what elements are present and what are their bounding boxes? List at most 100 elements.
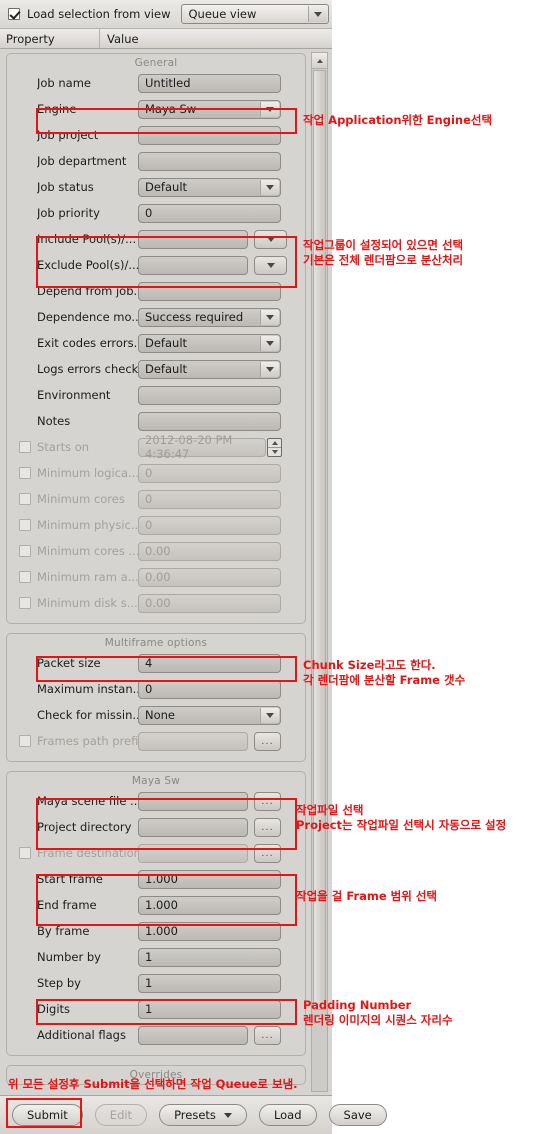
view-select-dropdown[interactable]: Queue view [180, 4, 329, 24]
property-label: Step by [37, 976, 81, 990]
column-header-value[interactable]: Value [100, 29, 139, 48]
property-value-text: 0 [145, 466, 153, 480]
edit-button: Edit [94, 1104, 148, 1126]
property-row: Dependence mo... Success required [7, 304, 305, 330]
row-enable-checkbox[interactable] [19, 467, 31, 479]
annotation-pools: 작업그룹이 설정되어 있으면 선택 기본은 전체 렌더팜으로 분산처리 [303, 238, 463, 268]
property-value-text: Untitled [145, 76, 191, 90]
save-button[interactable]: Save [328, 1104, 387, 1126]
browse-button[interactable]: ... [254, 791, 281, 811]
property-value-field: 0 [138, 489, 281, 509]
load-button[interactable]: Load [258, 1104, 317, 1126]
property-value-text: 0.00 [145, 544, 171, 558]
row-enable-checkbox[interactable] [19, 493, 31, 505]
property-table-header: Property Value [0, 29, 332, 49]
property-value-field[interactable]: 1.000 [138, 921, 281, 941]
column-header-property[interactable]: Property [0, 29, 100, 48]
property-value-field[interactable] [138, 281, 281, 301]
vertical-scrollbar[interactable] [311, 52, 328, 1092]
property-value-field[interactable] [138, 385, 281, 405]
property-row: Exit codes errors... Default [7, 330, 305, 356]
browse-button[interactable]: ... [254, 817, 281, 837]
chevron-down-icon[interactable] [307, 6, 327, 22]
property-value-field[interactable]: Default [138, 333, 281, 353]
property-row: Minimum cores ... 0.00 [7, 538, 305, 564]
property-value-field[interactable]: Default [138, 177, 281, 197]
property-value-field[interactable]: 4 [138, 653, 281, 673]
annotation-submit: 위 모든 설정후 Submit을 선택하면 작업 Queue로 보냄. [8, 1077, 298, 1092]
property-value-field: 0 [138, 463, 281, 483]
property-value-field[interactable] [138, 411, 281, 431]
property-value-text: 1 [145, 976, 153, 990]
property-value-text: 1.000 [145, 898, 178, 912]
row-enable-checkbox[interactable] [19, 735, 31, 747]
row-enable-checkbox[interactable] [19, 441, 31, 453]
property-label: Minimum disk s... [37, 596, 138, 610]
load-selection-checkbox[interactable] [8, 8, 20, 20]
panel-toolbar: Load selection from view Queue view [0, 0, 332, 29]
annotation-line: 각 렌더팜에 분산할 Frame 갯수 [303, 673, 466, 687]
chevron-down-icon[interactable] [260, 707, 279, 723]
property-label: Exit codes errors... [37, 336, 138, 350]
scrollbar-thumb[interactable] [313, 70, 326, 1010]
property-row: Engine Maya Sw [7, 96, 305, 122]
date-stepper[interactable] [267, 437, 282, 457]
property-value-field[interactable]: 1 [138, 999, 281, 1019]
property-value-field[interactable]: 1.000 [138, 895, 281, 915]
presets-button[interactable]: Presets [159, 1104, 247, 1126]
chevron-down-icon[interactable] [260, 179, 279, 195]
row-enable-checkbox[interactable] [19, 571, 31, 583]
chevron-down-icon[interactable] [223, 1112, 232, 1118]
stepper-down-icon[interactable] [268, 448, 281, 456]
property-row: Minimum logica... 0 [7, 460, 305, 486]
pool-dropdown-button[interactable] [254, 255, 287, 275]
button-label: Edit [109, 1108, 133, 1122]
property-value-field[interactable]: None [138, 705, 281, 725]
property-value-text: 0.00 [145, 596, 171, 610]
stepper-up-icon[interactable] [268, 439, 281, 448]
property-row: Maya scene file ...... [7, 788, 305, 814]
button-label: Load [273, 1108, 302, 1122]
property-label: Include Pool(s)/... [37, 232, 137, 246]
property-value-text: Success required [145, 310, 244, 324]
row-enable-checkbox[interactable] [19, 545, 31, 557]
pool-dropdown-button[interactable] [254, 229, 287, 249]
row-enable-checkbox[interactable] [19, 847, 31, 859]
row-enable-checkbox[interactable] [19, 597, 31, 609]
chevron-down-icon[interactable] [260, 101, 279, 117]
property-value-text: 0 [145, 492, 153, 506]
property-value-field[interactable] [138, 791, 248, 811]
property-label: Job project [37, 128, 99, 142]
property-value-field[interactable]: Maya Sw [138, 99, 281, 119]
property-value-field[interactable] [138, 1025, 248, 1045]
property-value-field[interactable]: Success required [138, 307, 281, 327]
property-label: Number by [37, 950, 101, 964]
property-value-text: 0 [145, 682, 153, 696]
property-value-field[interactable]: 0 [138, 679, 281, 699]
property-value-field[interactable] [138, 817, 248, 837]
button-label: Presets [174, 1108, 216, 1122]
property-value-field[interactable]: 1.000 [138, 869, 281, 889]
chevron-down-icon[interactable] [260, 335, 279, 351]
submit-button[interactable]: Submit [12, 1104, 83, 1126]
property-value-text: 1 [145, 1002, 153, 1016]
scroll-up-button[interactable] [312, 53, 327, 69]
property-value-field[interactable]: Untitled [138, 73, 281, 93]
chevron-down-icon[interactable] [260, 309, 279, 325]
property-value-field[interactable]: Default [138, 359, 281, 379]
property-value-field[interactable] [138, 255, 248, 275]
property-value-field[interactable]: 1 [138, 947, 281, 967]
annotation-packet: Chunk Size라고도 한다. 각 렌더팜에 분산할 Frame 갯수 [303, 658, 465, 688]
annotation-line: 작업 Application위한 Engine선택 [303, 113, 493, 127]
property-value-field[interactable]: 0 [138, 203, 281, 223]
property-value-field[interactable]: 1 [138, 973, 281, 993]
property-value-field[interactable] [138, 229, 248, 249]
property-label: Additional flags [37, 1028, 126, 1042]
property-value-field[interactable] [138, 125, 281, 145]
property-row: Job department [7, 148, 305, 174]
chevron-down-icon[interactable] [260, 361, 279, 377]
property-value-field[interactable] [138, 151, 281, 171]
row-enable-checkbox[interactable] [19, 519, 31, 531]
browse-button: ... [254, 731, 281, 751]
browse-button[interactable]: ... [254, 1025, 281, 1045]
